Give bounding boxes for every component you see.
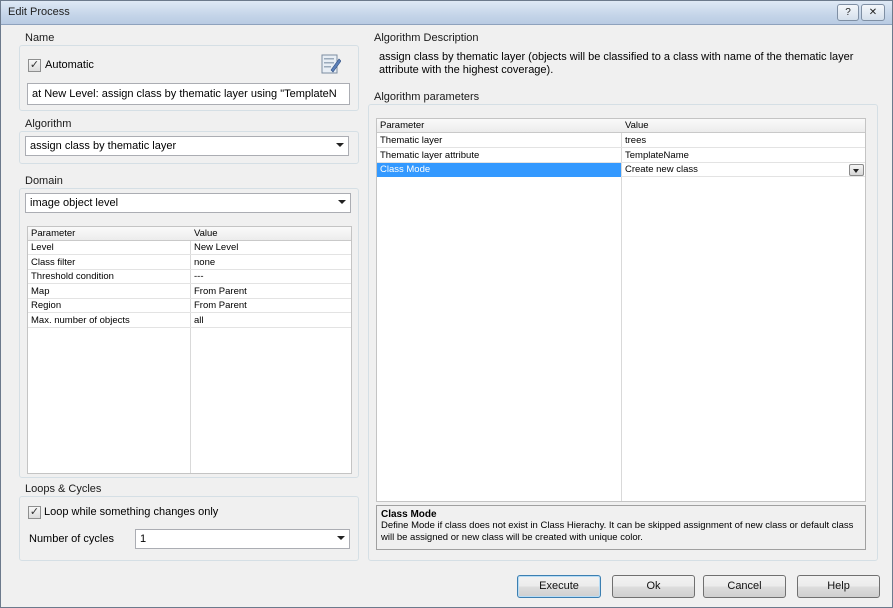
domain-select[interactable]: image object level [25,193,351,213]
ok-button[interactable]: Ok [612,575,695,598]
algorithm-description-text: assign class by thematic layer (objects … [379,51,854,76]
chevron-down-icon [336,143,344,147]
chevron-down-icon [337,536,345,540]
parameter-help-title: Class Mode [381,509,437,520]
algorithm-description-title: Algorithm Description [374,32,479,44]
automatic-checkbox[interactable]: ✓ [28,59,41,72]
param-value[interactable]: New Level [191,241,351,255]
param-name: Thematic layer [380,135,443,146]
help-icon[interactable]: ? [837,4,859,21]
param-name: Region [31,300,62,311]
cycles-select-value: 1 [140,533,147,545]
chevron-down-icon [338,200,346,204]
param-value[interactable]: trees [622,134,862,148]
param-name: Map [31,286,50,297]
algorithm-parameters-title: Algorithm parameters [374,91,480,103]
cycles-label: Number of cycles [29,533,114,545]
loops-group-title: Loops & Cycles [25,483,102,495]
grid-header: Parameter Value [28,227,351,241]
automatic-label: Automatic [45,59,94,71]
window-title: Edit Process [8,6,70,18]
name-group-title: Name [25,32,55,44]
cancel-button[interactable]: Cancel [703,575,786,598]
table-row[interactable]: Level New Level [28,241,351,255]
execute-button[interactable]: Execute [517,575,601,598]
chevron-down-icon [853,169,859,173]
parameter-help-box: Class Mode Define Mode if class does not… [376,505,866,550]
process-name-field[interactable]: at New Level: assign class by thematic l… [27,83,350,105]
header-value: Value [625,120,649,131]
edit-name-icon[interactable] [321,53,341,75]
param-name: Class Mode [377,163,621,177]
param-value[interactable]: From Parent [191,299,351,313]
header-parameter: Parameter [31,228,76,239]
cycles-select[interactable]: 1 [135,529,350,549]
parameter-help-text: Define Mode if class does not exist in C… [381,520,854,543]
domain-group-title: Domain [25,175,63,187]
header-parameter: Parameter [380,120,425,131]
param-value[interactable]: From Parent [191,285,351,299]
help-button[interactable]: Help [797,575,880,598]
edit-process-dialog: Edit Process ? ✕ Name ✓ Automatic at New… [0,0,893,608]
loop-checkbox[interactable]: ✓ [28,506,41,519]
param-value[interactable]: TemplateName [622,149,862,163]
table-row-selected[interactable]: Class Mode Create new class [377,163,865,177]
param-value[interactable]: Create new class [622,163,862,177]
loop-label: Loop while something changes only [44,506,219,518]
title-bar: Edit Process ? ✕ [1,1,892,25]
class-mode-dropdown-button[interactable] [849,164,864,176]
algorithm-select[interactable]: assign class by thematic layer [25,136,349,156]
param-value[interactable]: none [191,256,351,270]
algorithm-group-title: Algorithm [25,118,72,130]
param-name: Class filter [31,257,76,268]
table-row[interactable]: Thematic layer trees [377,134,865,148]
domain-select-value: image object level [30,197,119,209]
table-row[interactable]: Class filter none [28,256,351,270]
param-name: Thematic layer attribute [380,150,480,161]
param-name: Max. number of objects [31,315,130,326]
param-value[interactable]: all [191,314,351,328]
algorithm-parameter-grid: Parameter Value Thematic layer trees The… [376,118,866,502]
header-value: Value [194,228,218,239]
domain-parameter-grid: Parameter Value Level New Level Class fi… [27,226,352,474]
param-value[interactable]: --- [191,270,351,284]
param-name: Threshold condition [31,271,114,282]
close-icon[interactable]: ✕ [861,4,885,21]
param-name: Level [31,242,54,253]
table-row[interactable]: Thematic layer attribute TemplateName [377,149,865,163]
table-row[interactable]: Map From Parent [28,285,351,299]
table-row[interactable]: Region From Parent [28,299,351,313]
grid-header: Parameter Value [377,119,865,133]
algorithm-select-value: assign class by thematic layer [30,140,177,152]
table-row[interactable]: Threshold condition --- [28,270,351,284]
table-row[interactable]: Max. number of objects all [28,314,351,328]
